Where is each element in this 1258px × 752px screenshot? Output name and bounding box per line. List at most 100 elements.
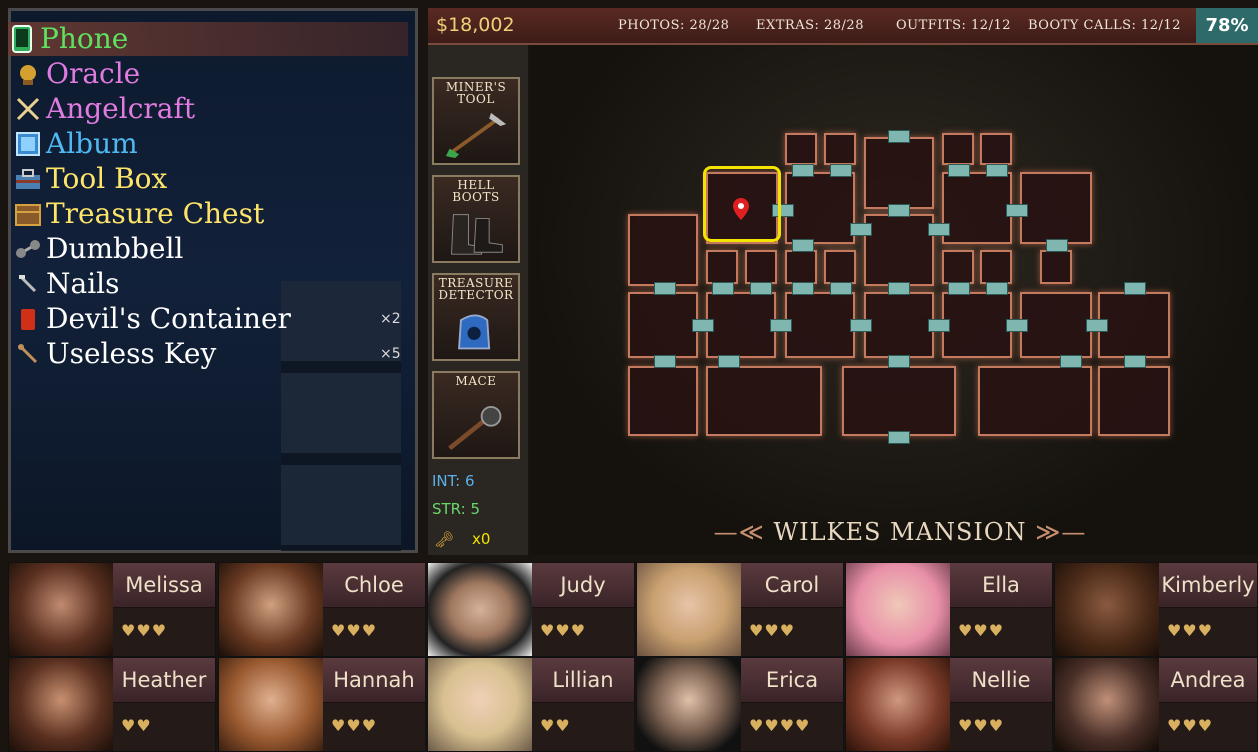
- room[interactable]: [864, 137, 934, 209]
- door: [1006, 204, 1028, 217]
- room[interactable]: [745, 250, 777, 284]
- tool-hell-boots[interactable]: Hell Boots: [432, 175, 520, 263]
- portrait-avatar: [846, 563, 950, 656]
- character-card-hannah[interactable]: Hannah ♥♥♥: [218, 657, 426, 752]
- room[interactable]: [706, 292, 776, 358]
- inv-item-toolbox[interactable]: Tool Box: [14, 162, 167, 196]
- photos-count: PHOTOS: 28/28: [618, 18, 730, 33]
- room[interactable]: [706, 250, 738, 284]
- str-stat: STR: 5: [432, 500, 481, 518]
- character-name: Erica: [741, 658, 843, 703]
- door: [792, 239, 814, 252]
- heart-level: ♥♥♥: [1167, 621, 1214, 640]
- door: [718, 355, 740, 368]
- door: [850, 319, 872, 332]
- character-name: Kimberly: [1159, 563, 1257, 608]
- heart-level: ♥♥♥: [540, 621, 587, 640]
- container-icon: [14, 305, 42, 333]
- room[interactable]: [864, 292, 934, 358]
- character-card-chloe[interactable]: Chloe ♥♥♥: [218, 562, 426, 657]
- door: [888, 130, 910, 143]
- inv-item-phone[interactable]: Phone: [8, 22, 408, 56]
- room[interactable]: [942, 172, 1012, 244]
- character-card-lillian[interactable]: Lillian ♥♥: [427, 657, 635, 752]
- booty-calls-count: BOOTY CALLS: 12/12: [1028, 18, 1181, 33]
- room[interactable]: [978, 366, 1092, 436]
- character-card-ella[interactable]: Ella ♥♥♥: [845, 562, 1053, 657]
- inv-item-oracle[interactable]: Oracle: [14, 57, 140, 91]
- portrait-avatar: [428, 658, 532, 751]
- character-card-carol[interactable]: Carol ♥♥♥: [636, 562, 844, 657]
- detector-icon: [458, 314, 491, 350]
- heart-level: ♥♥♥: [1167, 716, 1214, 735]
- door: [692, 319, 714, 332]
- tool-treasure-detector[interactable]: Treasure Detector: [432, 273, 520, 361]
- useless-key-qty: ×5: [380, 346, 401, 362]
- room[interactable]: [628, 366, 698, 436]
- location-name: WILKES MANSION: [773, 518, 1027, 546]
- inv-item-dumbbell[interactable]: Dumbbell: [14, 232, 183, 266]
- room[interactable]: [980, 250, 1012, 284]
- door: [654, 282, 676, 295]
- golden-key-icon: 🗝: [434, 530, 455, 549]
- portrait-avatar: [9, 563, 113, 656]
- room[interactable]: [980, 133, 1012, 165]
- room[interactable]: [842, 366, 956, 436]
- door: [792, 164, 814, 177]
- inv-item-treasure-chest[interactable]: Treasure Chest: [14, 197, 264, 231]
- toolbox-icon: [14, 165, 42, 193]
- inv-item-label: Phone: [40, 22, 129, 55]
- room[interactable]: [706, 366, 822, 436]
- character-card-kimberly[interactable]: Kimberly ♥♥♥: [1054, 562, 1258, 657]
- heart-level: ♥♥♥: [958, 716, 1005, 735]
- heart-level: ♥♥♥: [121, 621, 168, 640]
- character-card-judy[interactable]: Judy ♥♥♥: [427, 562, 635, 657]
- tool-mace[interactable]: Mace: [432, 371, 520, 459]
- room[interactable]: [785, 250, 817, 284]
- room[interactable]: [942, 133, 974, 165]
- character-name: Chloe: [323, 563, 425, 608]
- inv-item-album[interactable]: Album: [14, 127, 138, 161]
- character-card-erica[interactable]: Erica ♥♥♥♥: [636, 657, 844, 752]
- room[interactable]: [628, 292, 698, 358]
- extras-count: EXTRAS: 28/28: [756, 18, 864, 33]
- room[interactable]: [1098, 366, 1170, 436]
- inv-item-nails[interactable]: Nails: [14, 267, 119, 301]
- character-card-melissa[interactable]: Melissa ♥♥♥: [8, 562, 216, 657]
- inv-item-label: Tool Box: [46, 162, 168, 195]
- room[interactable]: [785, 133, 817, 165]
- room[interactable]: [824, 250, 856, 284]
- room[interactable]: [628, 214, 698, 286]
- tool-miners-tool[interactable]: Miner's Tool: [432, 77, 520, 165]
- room[interactable]: [1040, 250, 1072, 284]
- inv-item-label: Nails: [46, 267, 120, 300]
- room[interactable]: [942, 250, 974, 284]
- room[interactable]: [785, 292, 855, 358]
- heart-level: ♥♥♥: [958, 621, 1005, 640]
- character-card-heather[interactable]: Heather ♥♥: [8, 657, 216, 752]
- inv-item-label: Useless Key: [46, 337, 217, 370]
- room[interactable]: [1020, 172, 1092, 244]
- character-name: Nellie: [950, 658, 1052, 703]
- door: [888, 431, 910, 444]
- heart-level: ♥♥♥: [749, 621, 796, 640]
- room[interactable]: [824, 133, 856, 165]
- inv-item-devils-container[interactable]: Devil's Container: [14, 302, 291, 336]
- room[interactable]: [1020, 292, 1092, 358]
- room[interactable]: [785, 172, 855, 244]
- character-name: Hannah: [323, 658, 425, 703]
- door: [792, 282, 814, 295]
- treasure-chest-icon: [14, 200, 42, 228]
- nails-icon: [14, 270, 42, 298]
- door: [928, 223, 950, 236]
- inv-item-angelcraft[interactable]: Angelcraft: [14, 92, 195, 126]
- room[interactable]: [942, 292, 1012, 358]
- character-card-andrea[interactable]: Andrea ♥♥♥: [1054, 657, 1258, 752]
- inv-item-useless-key[interactable]: Useless Key: [14, 337, 216, 371]
- character-card-nellie[interactable]: Nellie ♥♥♥: [845, 657, 1053, 752]
- door: [986, 282, 1008, 295]
- money-display: $18,002: [436, 14, 515, 36]
- room[interactable]: [864, 214, 934, 286]
- room[interactable]: [1098, 292, 1170, 358]
- int-stat: INT: 6: [432, 472, 475, 490]
